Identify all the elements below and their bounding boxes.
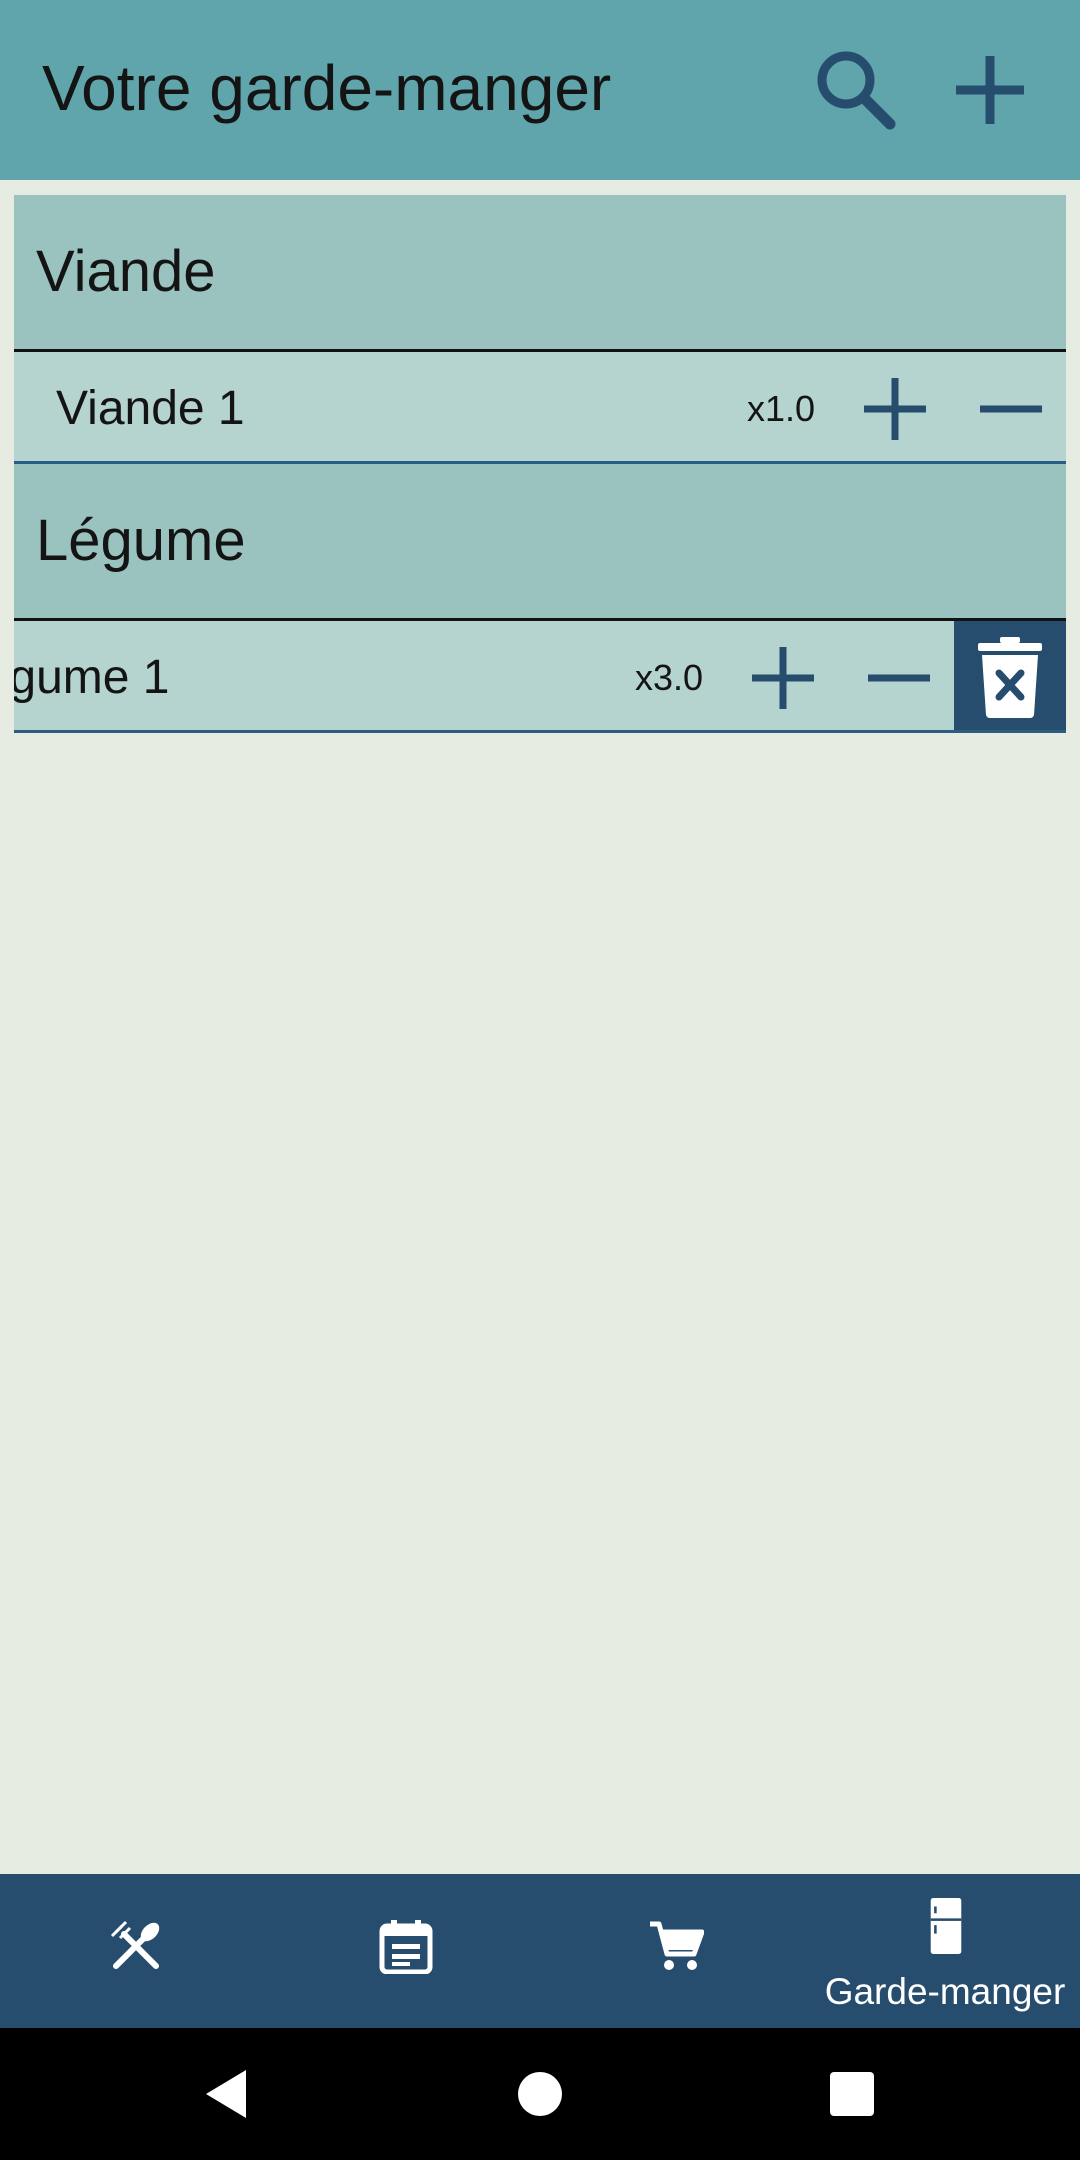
nav-label: Garde-manger (824, 1971, 1066, 2012)
plus-icon (864, 378, 926, 440)
item-name: Viande 1 (56, 382, 245, 435)
nav-pantry[interactable]: Garde-manger (810, 1874, 1080, 2028)
back-triangle-icon[interactable] (198, 2064, 258, 2124)
plus-icon (752, 647, 814, 709)
delete-button[interactable] (954, 621, 1066, 730)
search-icon (817, 51, 896, 130)
calendar-icon (378, 1918, 434, 1974)
fridge-icon (918, 1898, 974, 1954)
increment-button[interactable] (748, 643, 818, 713)
list-item[interactable]: Viande 1 x1.0 (14, 352, 1066, 464)
category-header-viande[interactable]: Viande (14, 195, 1066, 352)
category-header-legume[interactable]: Légume (14, 464, 1066, 621)
system-navigation-bar (0, 2028, 1080, 2160)
item-quantity: x1.0 (747, 388, 816, 429)
nav-planner[interactable] (270, 1874, 540, 2028)
app-bar: Votre garde-manger (0, 0, 1080, 180)
search-button[interactable] (806, 40, 906, 140)
list-item-swiped[interactable]: Légume 1 x3.0 (14, 621, 1066, 733)
increment-button[interactable] (860, 374, 930, 444)
decrement-button[interactable] (976, 374, 1046, 444)
decrement-button[interactable] (864, 643, 934, 713)
utensils-icon (108, 1918, 164, 1974)
category-label: Légume (36, 508, 246, 573)
home-circle-icon[interactable] (510, 2064, 570, 2124)
recents-square-icon[interactable] (822, 2064, 882, 2124)
minus-icon (980, 405, 1042, 413)
item-name: Légume 1 (14, 651, 170, 704)
bottom-navigation: Garde-manger (0, 1874, 1080, 2028)
page-title: Votre garde-manger (42, 52, 612, 124)
nav-recipes[interactable] (0, 1874, 270, 2028)
cart-icon (648, 1918, 704, 1974)
pantry-list: Viande Viande 1 x1.0 Légume Légume 1 x3.… (14, 195, 1066, 733)
item-quantity: x3.0 (635, 657, 704, 698)
minus-icon (868, 674, 930, 682)
trash-icon (978, 637, 1042, 718)
plus-icon (956, 56, 1024, 124)
nav-shopping[interactable] (540, 1874, 810, 2028)
category-label: Viande (36, 239, 216, 304)
add-item-button[interactable] (940, 40, 1040, 140)
